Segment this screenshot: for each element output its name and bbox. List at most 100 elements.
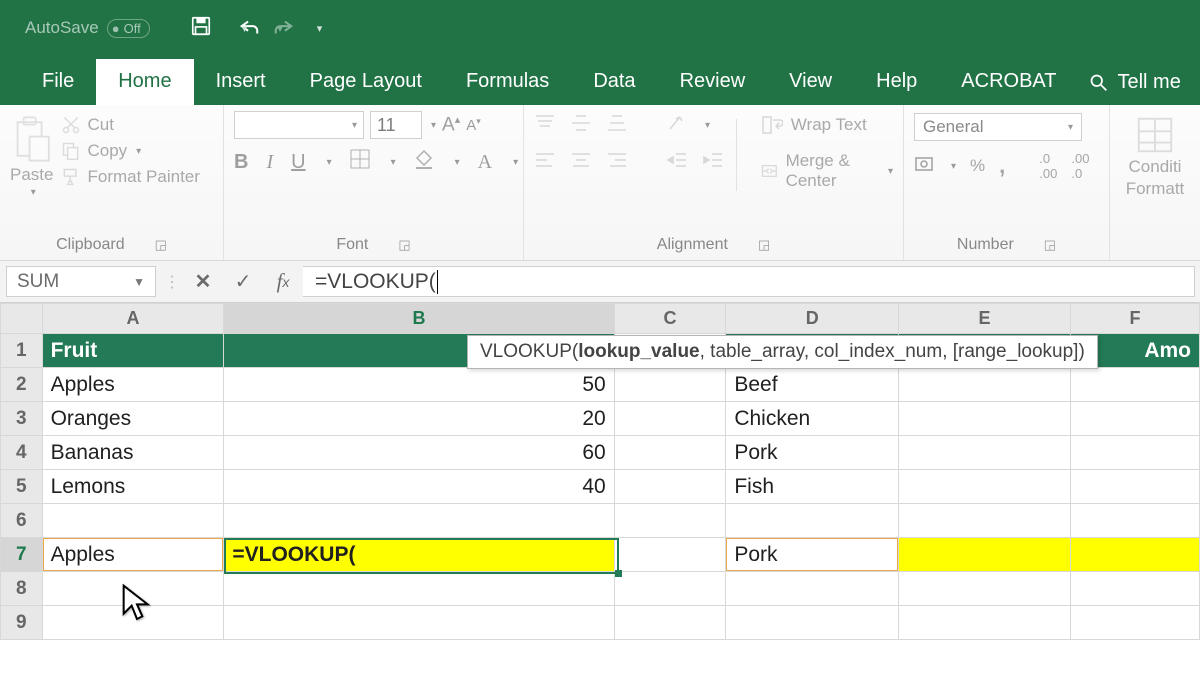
cell-D7[interactable]: Pork: [726, 538, 899, 572]
bold-button[interactable]: B: [234, 151, 248, 174]
cell-B4[interactable]: 60: [224, 436, 614, 470]
col-header-E[interactable]: E: [899, 304, 1071, 334]
formula-enter-button[interactable]: ✓: [223, 269, 263, 294]
cell-A4[interactable]: Bananas: [42, 436, 224, 470]
tab-file[interactable]: File: [20, 59, 96, 105]
cell-B9[interactable]: [224, 606, 614, 640]
tab-acrobat[interactable]: ACROBAT: [939, 59, 1078, 105]
insert-function-button[interactable]: fx: [263, 269, 303, 294]
cell-C4[interactable]: [614, 436, 726, 470]
cell-C8[interactable]: [614, 572, 726, 606]
save-icon[interactable]: [190, 15, 212, 42]
cell-A5[interactable]: Lemons: [42, 470, 224, 504]
accounting-format-icon[interactable]: [914, 154, 934, 179]
cell-C5[interactable]: [614, 470, 726, 504]
percent-format-button[interactable]: %: [970, 156, 985, 176]
cell-E3[interactable]: [899, 402, 1071, 436]
decrease-decimal-icon[interactable]: .00.0: [1071, 151, 1089, 181]
formula-input[interactable]: =VLOOKUP(: [303, 266, 1195, 297]
cell-B6[interactable]: [224, 504, 614, 538]
comma-format-button[interactable]: ,: [999, 153, 1005, 179]
cell-E8[interactable]: [899, 572, 1071, 606]
increase-indent-icon[interactable]: [702, 150, 724, 175]
fill-handle[interactable]: [615, 570, 622, 577]
formula-cancel-button[interactable]: ✕: [183, 269, 223, 294]
tab-home[interactable]: Home: [96, 59, 193, 105]
fill-color-button[interactable]: [414, 149, 434, 175]
cell-F9[interactable]: [1070, 606, 1199, 640]
cell-D3[interactable]: Chicken: [726, 402, 899, 436]
align-top-icon[interactable]: [534, 113, 556, 138]
undo-icon[interactable]: ▾: [238, 17, 248, 39]
row-header-8[interactable]: 8: [1, 572, 43, 606]
cell-D5[interactable]: Fish: [726, 470, 899, 504]
name-box-caret-icon[interactable]: ▼: [133, 275, 145, 289]
cell-D4[interactable]: Pork: [726, 436, 899, 470]
cell-F5[interactable]: [1070, 470, 1199, 504]
merge-center-button[interactable]: Merge & Center▾: [761, 151, 893, 191]
cell-F7[interactable]: [1070, 538, 1199, 572]
font-size-select[interactable]: 11: [370, 111, 422, 139]
wrap-text-button[interactable]: Wrap Text: [761, 115, 893, 135]
tab-data[interactable]: Data: [571, 59, 657, 105]
font-name-select[interactable]: ▾: [234, 111, 364, 139]
align-right-icon[interactable]: [606, 150, 628, 175]
orientation-icon[interactable]: [666, 113, 688, 138]
cell-C9[interactable]: [614, 606, 726, 640]
copy-button[interactable]: Copy▾: [61, 141, 199, 161]
cell-B7[interactable]: =VLOOKUP(: [224, 538, 614, 572]
row-header-1[interactable]: 1: [1, 334, 43, 368]
cell-A3[interactable]: Oranges: [42, 402, 224, 436]
col-header-C[interactable]: C: [614, 304, 726, 334]
cell-E9[interactable]: [899, 606, 1071, 640]
tab-formulas[interactable]: Formulas: [444, 59, 571, 105]
cell-F3[interactable]: [1070, 402, 1199, 436]
decrease-font-icon[interactable]: A▾: [466, 116, 481, 134]
cut-button[interactable]: Cut: [61, 115, 199, 135]
tab-insert[interactable]: Insert: [194, 59, 288, 105]
cell-D6[interactable]: [726, 504, 899, 538]
row-header-5[interactable]: 5: [1, 470, 43, 504]
cell-D9[interactable]: [726, 606, 899, 640]
cell-D2[interactable]: Beef: [726, 368, 899, 402]
cell-C6[interactable]: [614, 504, 726, 538]
cell-F2[interactable]: [1070, 368, 1199, 402]
cell-B2[interactable]: 50: [224, 368, 614, 402]
cell-F6[interactable]: [1070, 504, 1199, 538]
paste-button[interactable]: Paste ▾: [10, 111, 53, 198]
autosave-toggle[interactable]: AutoSave Off: [25, 18, 150, 38]
row-header-9[interactable]: 9: [1, 606, 43, 640]
col-header-A[interactable]: A: [42, 304, 224, 334]
col-header-D[interactable]: D: [726, 304, 899, 334]
cell-A1[interactable]: Fruit: [42, 334, 224, 368]
cell-B8[interactable]: [224, 572, 614, 606]
cell-F4[interactable]: [1070, 436, 1199, 470]
cell-C2[interactable]: [614, 368, 726, 402]
cell-B5[interactable]: 40: [224, 470, 614, 504]
align-center-icon[interactable]: [570, 150, 592, 175]
cell-D8[interactable]: [726, 572, 899, 606]
conditional-formatting-button[interactable]: Conditi Formatt: [1126, 111, 1185, 199]
row-header-2[interactable]: 2: [1, 368, 43, 402]
redo-caret-icon[interactable]: ▾: [277, 22, 283, 35]
cell-E2[interactable]: [899, 368, 1071, 402]
row-header-7[interactable]: 7: [1, 538, 43, 572]
number-launcher-icon[interactable]: ◲: [1044, 237, 1056, 253]
row-header-6[interactable]: 6: [1, 504, 43, 538]
clipboard-launcher-icon[interactable]: ◲: [155, 237, 167, 253]
underline-button[interactable]: U: [291, 151, 305, 174]
cell-F8[interactable]: [1070, 572, 1199, 606]
cell-B3[interactable]: 20: [224, 402, 614, 436]
name-box[interactable]: SUM ▼: [6, 266, 156, 297]
number-format-select[interactable]: General ▾: [914, 113, 1082, 141]
alignment-launcher-icon[interactable]: ◲: [758, 237, 770, 253]
select-all-corner[interactable]: [1, 304, 43, 334]
tab-page-layout[interactable]: Page Layout: [288, 59, 444, 105]
tab-help[interactable]: Help: [854, 59, 939, 105]
cell-A7[interactable]: Apples: [42, 538, 224, 572]
decrease-indent-icon[interactable]: [666, 150, 688, 175]
undo-caret-icon[interactable]: ▾: [242, 22, 248, 35]
increase-font-icon[interactable]: A▴: [442, 113, 460, 136]
increase-decimal-icon[interactable]: .0.00: [1039, 151, 1057, 181]
cell-E7[interactable]: [899, 538, 1071, 572]
